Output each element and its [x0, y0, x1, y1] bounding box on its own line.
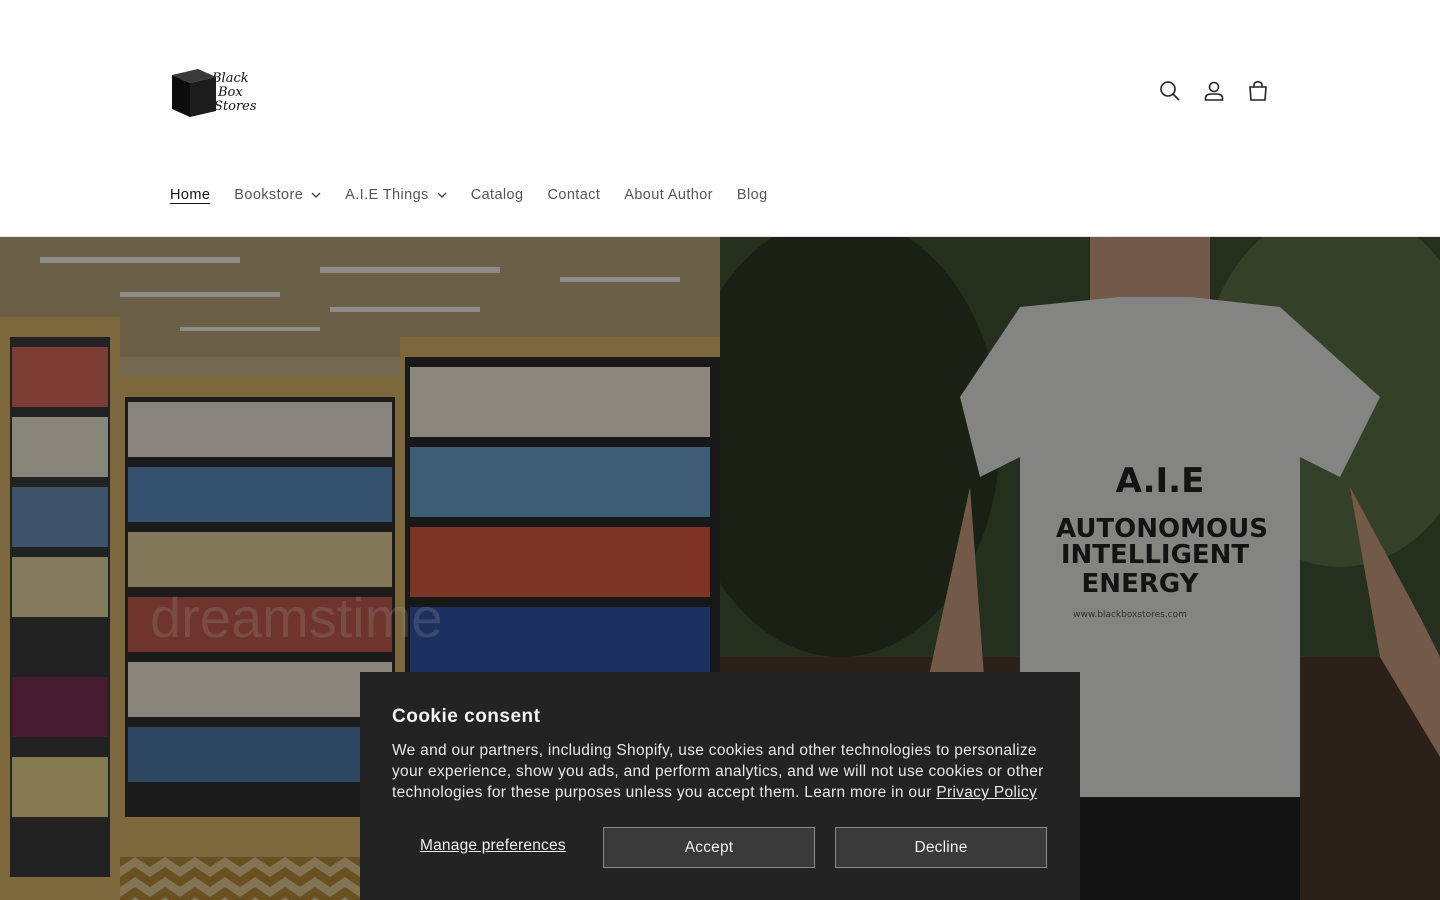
cart-icon[interactable] [1246, 78, 1270, 104]
chevron-down-icon [311, 192, 321, 198]
nav-label: Contact [547, 187, 601, 203]
logo-line: Stores [214, 99, 257, 114]
nav-label: Bookstore [234, 187, 304, 203]
nav-item-home[interactable]: Home [170, 184, 210, 206]
brand-logo[interactable]: Black Box Stores [168, 62, 264, 122]
nav-label: About Author [624, 187, 713, 203]
logo-line: Box [218, 85, 243, 100]
account-icon[interactable] [1202, 78, 1226, 104]
search-icon[interactable] [1158, 78, 1182, 104]
cube-logo-icon [168, 65, 218, 119]
nav-label: Blog [736, 187, 768, 203]
nav-item-about-author[interactable]: About Author [624, 184, 713, 206]
nav-item-catalog[interactable]: Catalog [471, 184, 524, 206]
chevron-down-icon [437, 192, 447, 198]
nav-label: A.I.E Things [345, 187, 429, 203]
nav-label: Home [170, 187, 211, 203]
cookie-title: Cookie consent [392, 706, 541, 727]
accept-button[interactable]: Accept [603, 827, 815, 868]
nav-item-bookstore[interactable]: Bookstore [234, 184, 321, 206]
privacy-policy-link[interactable]: Privacy Policy [936, 784, 1037, 801]
header-icons [1158, 78, 1270, 104]
logo-wordmark: Black Box Stores [212, 72, 257, 114]
cookie-consent-banner: Cookie consent We and our partners, incl… [360, 672, 1080, 900]
cookie-body: We and our partners, including Shopify, … [392, 740, 1052, 803]
main-nav: Home Bookstore A.I.E Things Catalog Cont… [170, 184, 792, 206]
nav-item-contact[interactable]: Contact [547, 184, 600, 206]
site-header: Black Box Stores Home Bookstore A.I.E Th… [0, 0, 1440, 237]
nav-item-aie-things[interactable]: A.I.E Things [345, 184, 447, 206]
logo-line: Black [212, 71, 249, 86]
nav-label: Catalog [470, 187, 524, 203]
cookie-actions: Manage preferences Accept Decline [392, 827, 1048, 868]
nav-item-blog[interactable]: Blog [737, 184, 768, 206]
decline-button[interactable]: Decline [835, 827, 1047, 868]
manage-preferences-link[interactable]: Manage preferences [420, 837, 566, 855]
